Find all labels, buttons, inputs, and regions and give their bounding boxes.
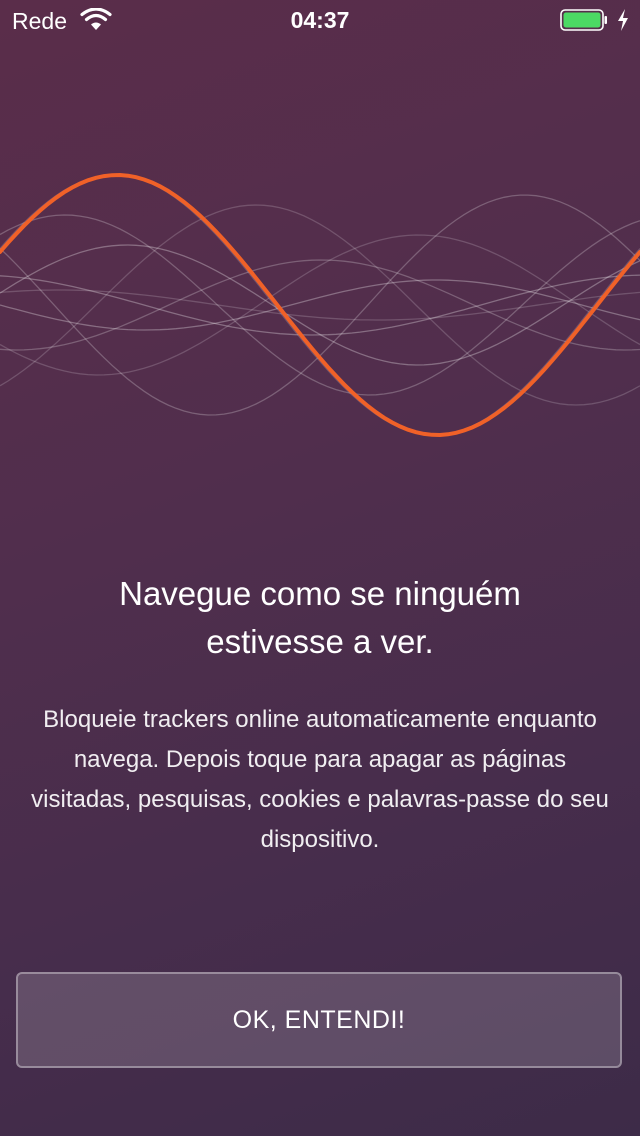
- ok-got-it-button[interactable]: OK, ENTENDI!: [16, 972, 622, 1068]
- battery-icon: [560, 9, 607, 31]
- charging-bolt-icon: [618, 9, 628, 31]
- intro-headline: Navegue como se ninguém estivesse a ver.: [119, 575, 521, 660]
- status-time: 04:37: [290, 7, 350, 33]
- intro-description: Bloqueie trackers online automaticamente…: [31, 706, 609, 853]
- sound-wave-illustration: [0, 172, 640, 438]
- background-waves: [0, 174, 640, 436]
- status-bar: Rede 04:37: [0, 0, 640, 40]
